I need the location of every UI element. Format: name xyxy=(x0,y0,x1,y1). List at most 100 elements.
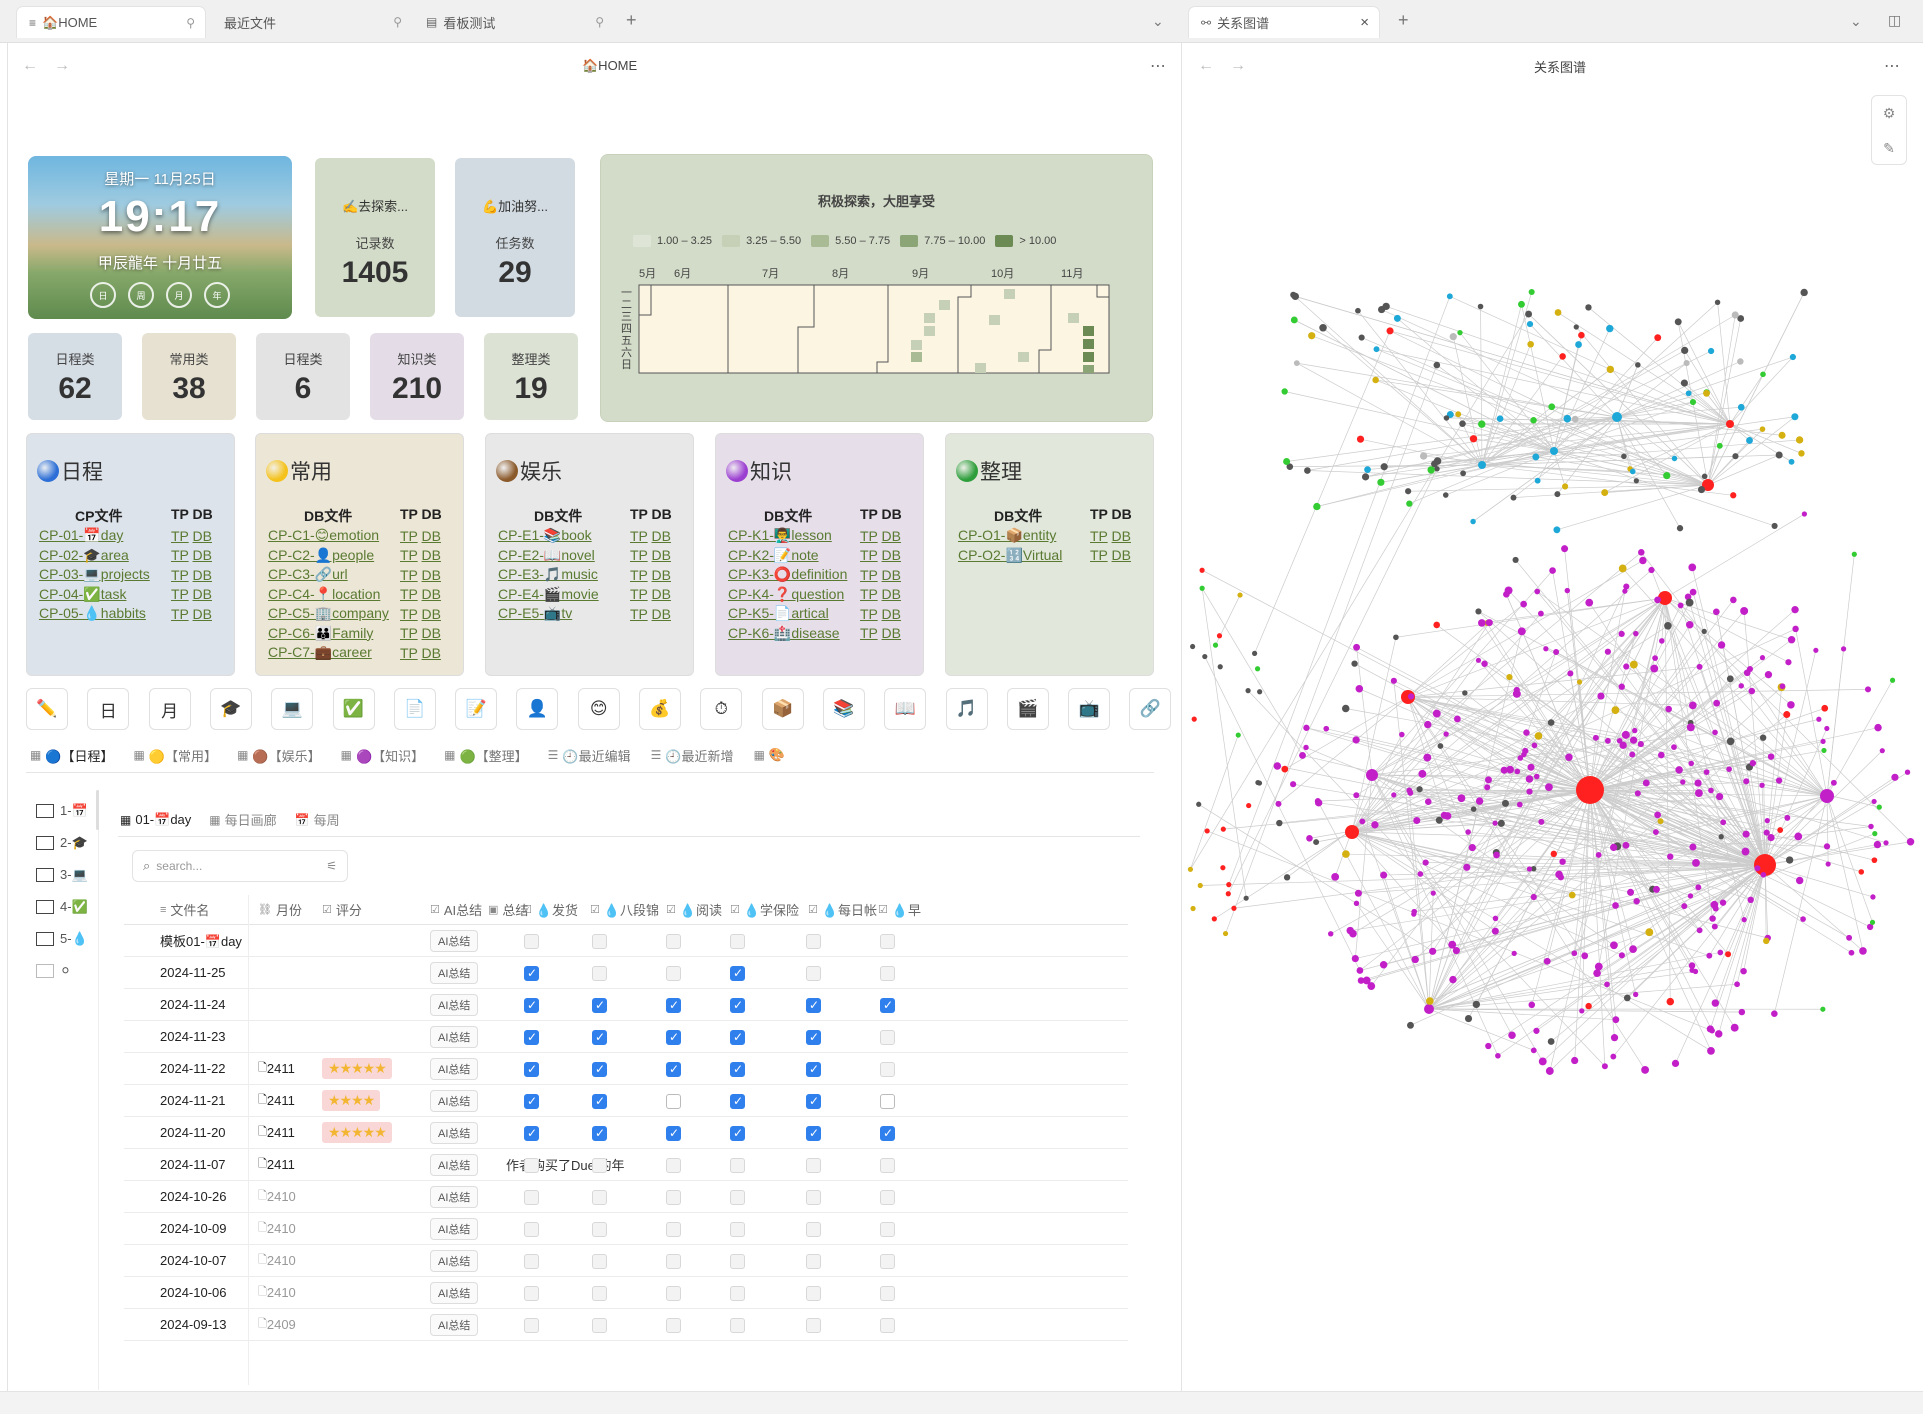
graph-node[interactable] xyxy=(1478,420,1486,428)
graph-node[interactable] xyxy=(1491,927,1499,935)
habit-checkbox[interactable] xyxy=(666,1190,681,1205)
graph-node[interactable] xyxy=(1543,957,1551,965)
file-link[interactable]: CP-02-🎓area xyxy=(39,547,129,563)
graph-node[interactable] xyxy=(1800,916,1806,922)
graph-node[interactable] xyxy=(1528,288,1535,296)
habit-checkbox[interactable] xyxy=(730,1318,745,1333)
graph-node[interactable] xyxy=(1779,683,1786,690)
graph-node[interactable] xyxy=(1547,719,1555,726)
graph-node[interactable] xyxy=(1778,431,1786,439)
graph-node[interactable] xyxy=(1846,934,1853,941)
habit-checkbox[interactable] xyxy=(666,934,681,949)
graph-node[interactable] xyxy=(1742,830,1750,838)
graph-node[interactable] xyxy=(1740,606,1749,615)
file-link[interactable]: CP-K2-📝note xyxy=(728,547,819,563)
graph-node[interactable] xyxy=(1759,426,1766,432)
graph-node[interactable] xyxy=(1345,825,1359,839)
graph-node[interactable] xyxy=(1581,952,1589,960)
graph-node[interactable] xyxy=(1492,915,1499,922)
graph-node[interactable] xyxy=(1377,478,1385,486)
graph-node[interactable] xyxy=(1371,821,1379,829)
graph-node[interactable] xyxy=(1730,492,1737,499)
effort-card[interactable]: 💪加油努... 任务数 29 xyxy=(455,158,575,317)
habit-checkbox[interactable] xyxy=(880,1126,895,1141)
graph-node[interactable] xyxy=(1689,398,1697,406)
graph-node[interactable] xyxy=(1571,1056,1579,1065)
graph-node[interactable] xyxy=(1664,622,1672,630)
view-tab[interactable]: ☰ 🕘最近编辑 xyxy=(548,746,631,765)
graph-node[interactable] xyxy=(1743,778,1750,785)
habit-checkbox[interactable] xyxy=(592,1126,607,1141)
graph-node[interactable] xyxy=(1820,789,1834,803)
side-list-scrollbar[interactable] xyxy=(96,790,99,830)
graph-node[interactable] xyxy=(1526,866,1533,872)
graph-node[interactable] xyxy=(1710,900,1719,909)
relationship-graph[interactable] xyxy=(1182,90,1923,1390)
graph-node[interactable] xyxy=(1741,847,1750,856)
graph-node[interactable] xyxy=(1202,653,1208,660)
graph-node[interactable] xyxy=(1663,471,1671,480)
db-link[interactable]: DB xyxy=(422,547,441,563)
graph-node[interactable] xyxy=(1538,818,1545,825)
graph-node[interactable] xyxy=(1455,411,1462,418)
file-name-cell[interactable]: 模板01-📅day xyxy=(160,925,272,956)
graph-node[interactable] xyxy=(1654,596,1662,604)
view-tab[interactable]: ▦ 🟤【娱乐】 xyxy=(237,746,321,765)
graph-node[interactable] xyxy=(1220,865,1226,871)
habit-checkbox[interactable] xyxy=(592,1062,607,1077)
graph-node[interactable] xyxy=(1787,636,1796,644)
habit-checkbox[interactable] xyxy=(524,1254,539,1269)
graph-node[interactable] xyxy=(1453,715,1461,723)
graph-node[interactable] xyxy=(1353,900,1360,907)
month-cell[interactable]: 🗋 2411 xyxy=(258,1085,318,1116)
habit-checkbox[interactable] xyxy=(880,1062,895,1077)
graph-node[interactable] xyxy=(1557,874,1564,881)
view-tab[interactable]: ▦ 🔵【日程】 xyxy=(30,746,114,765)
graph-node[interactable] xyxy=(1618,683,1625,690)
graph-node[interactable] xyxy=(1697,486,1706,494)
graph-node[interactable] xyxy=(1652,655,1659,662)
graph-node[interactable] xyxy=(1283,458,1291,466)
ai-summary-button[interactable]: AI总结 xyxy=(430,1057,479,1080)
db-link[interactable]: DB xyxy=(1112,528,1131,544)
graph-node[interactable] xyxy=(1632,991,1639,998)
graph-node[interactable] xyxy=(1281,765,1289,773)
graph-node[interactable] xyxy=(1716,442,1723,449)
file-name-cell[interactable]: 2024-09-13 xyxy=(160,1309,272,1340)
habit-checkbox[interactable] xyxy=(806,998,821,1013)
habit-checkbox[interactable] xyxy=(880,934,895,949)
graph-node[interactable] xyxy=(1707,1046,1715,1055)
habit-checkbox[interactable] xyxy=(806,966,821,981)
graph-node[interactable] xyxy=(1692,858,1700,867)
db-link[interactable]: DB xyxy=(193,528,212,544)
habit-checkbox[interactable] xyxy=(806,1062,821,1077)
graph-node[interactable] xyxy=(1304,467,1311,474)
graph-node[interactable] xyxy=(1604,981,1610,988)
graph-node[interactable] xyxy=(1891,773,1899,781)
graph-node[interactable] xyxy=(1689,843,1697,851)
graph-node[interactable] xyxy=(1764,817,1770,824)
graph-node[interactable] xyxy=(1406,500,1413,507)
graph-node[interactable] xyxy=(1610,1034,1619,1042)
graph-node[interactable] xyxy=(1380,871,1388,879)
graph-node[interactable] xyxy=(1475,657,1482,663)
habit-checkbox[interactable] xyxy=(592,1286,607,1301)
graph-node[interactable] xyxy=(1610,941,1618,950)
checkmark-icon[interactable]: ✅ xyxy=(332,688,375,730)
graph-node[interactable] xyxy=(1754,865,1761,872)
tv-icon[interactable]: 📺 xyxy=(1068,688,1111,730)
graph-node[interactable] xyxy=(1576,776,1604,804)
tp-link[interactable]: TP xyxy=(630,567,648,583)
graph-node[interactable] xyxy=(1283,874,1291,881)
graph-node[interactable] xyxy=(1460,470,1466,477)
habit-checkbox[interactable] xyxy=(730,1062,745,1077)
habit-checkbox[interactable] xyxy=(524,1222,539,1237)
file-name-cell[interactable]: 2024-11-21 xyxy=(160,1085,272,1116)
db-link[interactable]: DB xyxy=(652,586,671,602)
graph-node[interactable] xyxy=(1871,857,1878,864)
graph-node[interactable] xyxy=(1595,851,1602,858)
file-link[interactable]: CP-C3-🔗url xyxy=(268,566,348,582)
graph-node[interactable] xyxy=(1787,701,1795,709)
ai-summary-button[interactable]: AI总结 xyxy=(430,1313,479,1336)
graph-node[interactable] xyxy=(1623,994,1631,1002)
